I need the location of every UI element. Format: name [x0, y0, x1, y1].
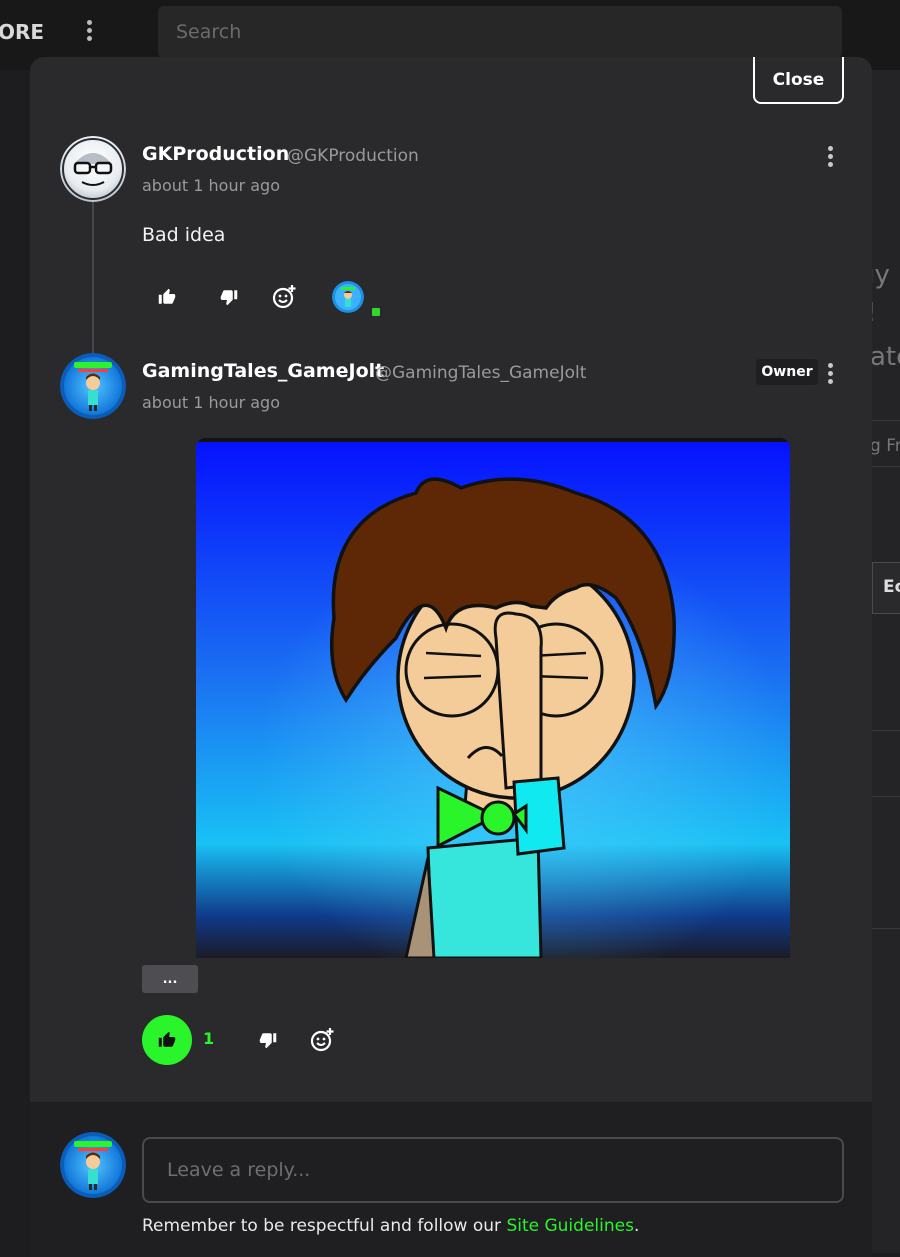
- search-input[interactable]: [158, 6, 842, 58]
- comment-username[interactable]: GKProduction: [142, 143, 289, 165]
- add-reaction-icon[interactable]: [304, 1022, 340, 1058]
- thumbs-down-icon[interactable]: [250, 1022, 286, 1058]
- like-button-active[interactable]: [142, 1015, 192, 1065]
- comment-username[interactable]: GamingTales_GameJolt: [142, 360, 384, 382]
- divider: [872, 730, 900, 731]
- thumbs-up-icon: [158, 1031, 176, 1047]
- more-options-icon[interactable]: [823, 363, 837, 389]
- background-button: Ec: [872, 562, 900, 614]
- divider: [872, 466, 900, 467]
- background-text: gy: [872, 260, 890, 290]
- site-guidelines-link[interactable]: Site Guidelines: [506, 1216, 634, 1236]
- comment-image[interactable]: [196, 438, 790, 958]
- comment-timestamp[interactable]: about 1 hour ago: [142, 393, 280, 412]
- background-text: !: [872, 298, 876, 328]
- comment-handle[interactable]: @GKProduction: [287, 146, 419, 166]
- background-page-content: gy ! ate g Fr Ec: [872, 70, 900, 1253]
- thumbs-up-icon[interactable]: [149, 279, 185, 315]
- like-count[interactable]: 1: [203, 1029, 214, 1048]
- close-button[interactable]: Close: [753, 57, 844, 104]
- avatar[interactable]: [60, 353, 126, 419]
- reply-composer: Remember to be respectful and follow our…: [30, 1102, 872, 1257]
- reply-input[interactable]: [144, 1139, 842, 1201]
- divider: [872, 928, 900, 929]
- divider: [872, 420, 900, 421]
- comment-text: Bad idea: [142, 224, 226, 246]
- reply-indicator-icon: [369, 305, 383, 319]
- site-logo-text[interactable]: ORE: [0, 20, 44, 44]
- expand-content-button[interactable]: ...: [142, 965, 198, 993]
- guidelines-text: Remember to be respectful and follow our: [142, 1216, 507, 1236]
- divider: [872, 796, 900, 797]
- avatar[interactable]: [60, 136, 126, 202]
- background-text: ate: [872, 342, 900, 372]
- guidelines-suffix: .: [633, 1216, 640, 1236]
- add-reaction-icon[interactable]: [266, 279, 302, 315]
- guidelines-notice: Remember to be respectful and follow our…: [142, 1216, 639, 1236]
- thumbs-down-icon[interactable]: [211, 279, 247, 315]
- search-box[interactable]: [158, 6, 842, 58]
- background-text: g Fr: [872, 436, 900, 456]
- avatar[interactable]: [60, 1132, 126, 1198]
- comment-thread-modal: Close GKProduction @GKProduction about 1…: [30, 57, 872, 1257]
- more-options-icon[interactable]: [823, 146, 837, 172]
- comment-timestamp[interactable]: about 1 hour ago: [142, 176, 280, 195]
- menu-kebab-icon[interactable]: [84, 20, 94, 44]
- reply-avatar[interactable]: [330, 279, 366, 315]
- reply-field[interactable]: [142, 1137, 844, 1203]
- owner-badge: Owner: [756, 359, 818, 385]
- comment-handle[interactable]: @GamingTales_GameJolt: [375, 363, 586, 383]
- thread-connector-line: [92, 201, 94, 353]
